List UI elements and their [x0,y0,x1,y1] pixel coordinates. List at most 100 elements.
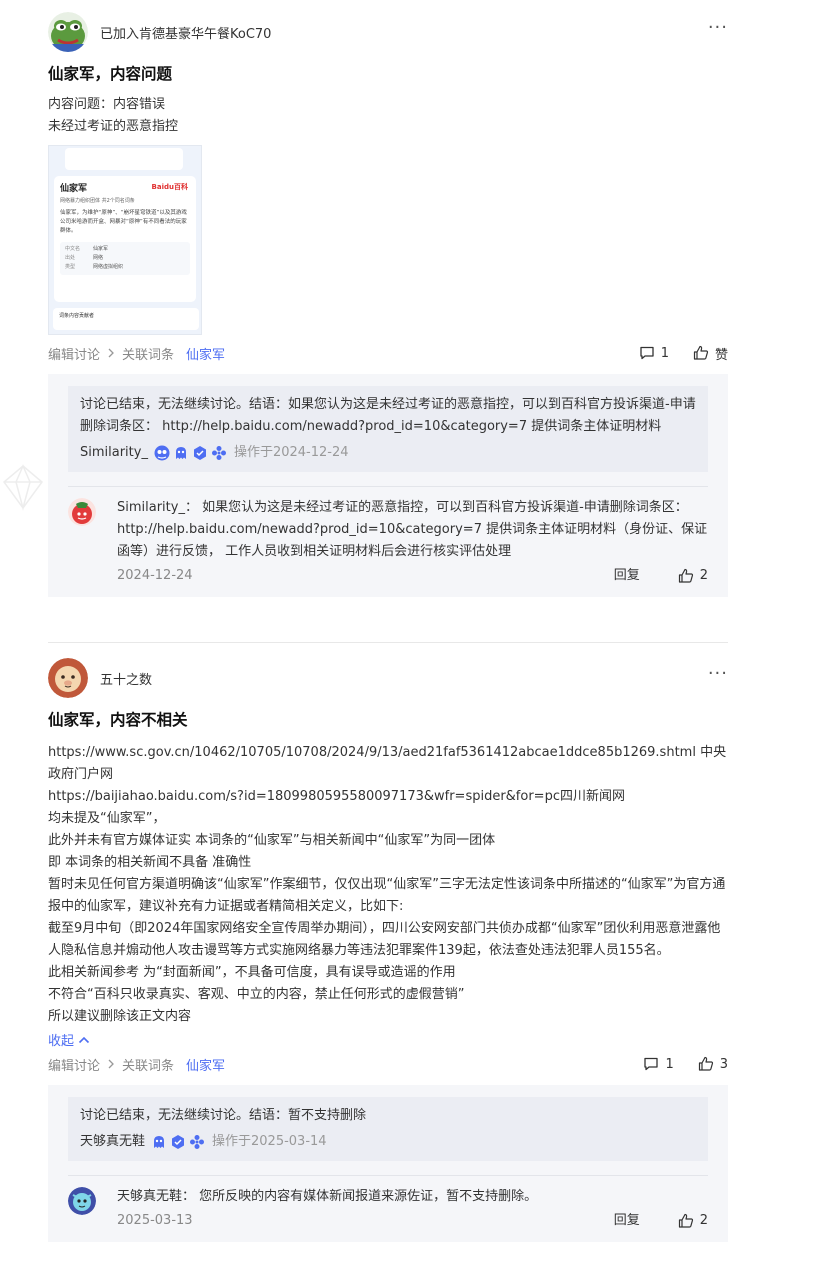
discussion-post: 五十之数 ··· 仙家军，内容不相关 https://www.sc.gov.cn… [48,658,728,1242]
body-line: 内容问题：内容错误 [48,97,166,112]
badge-icon [172,1135,185,1149]
body-line: 此外并未有官方媒体证实 本词条的“仙家军”与相关新闻中“仙家军”为同一团体 [48,833,496,848]
user-badges [151,1134,208,1150]
user-badges [154,445,230,461]
body-line: 此相关新闻参考 为“封面新闻”，不具备可信度，具有误导或造谣的作用 [48,965,456,980]
body-line: https://baijiahao.baidu.com/s?id=1809980… [48,789,625,804]
reply-date: 2025-03-13 [117,1213,193,1228]
body-line: https://www.sc.gov.cn/10462/10705/10708/… [48,745,727,782]
edit-discussion-link[interactable]: 编辑讨论 [48,344,100,363]
reply-button[interactable]: 回复 [614,1210,640,1232]
thumbs-up-icon [693,345,709,360]
entry-link[interactable]: 仙家军 [186,1055,225,1074]
badge-icon [175,447,186,459]
conclusion-text: 讨论已结束，无法继续讨论。结语：暂不支持删除 [80,1108,367,1123]
badge-icon [154,445,170,461]
like-button[interactable]: 赞 [693,344,728,363]
body-line: 不符合“百科只收录真实、客观、中立的内容，禁止任何形式的虚假营销” [48,987,465,1002]
discussion-panel: 讨论已结束，无法继续讨论。结语：暂不支持删除 天够真无鞋 操作于2025-03-… [48,1085,728,1242]
discussion-post: 已加入肯德基豪华午餐KoC70 ··· 仙家军，内容问题 内容问题：内容错误 未… [48,12,728,597]
divider [68,486,708,487]
operation-time: 操作于2025-03-14 [212,1134,327,1149]
reply-footer: 2024-12-24 回复 2 [117,565,708,587]
body-line: 均未提及“仙家军”， [48,811,166,826]
reply-avatar[interactable] [68,498,96,526]
baidu-logo: Baidu百科 [151,183,188,191]
body-line: 所以建议删除该正文内容 [48,1009,192,1024]
reply-text: 您所反映的内容有媒体新闻报道来源佐证，暂不支持删除。 [199,1189,538,1204]
kv-value: 网络 [93,255,104,261]
comment-button[interactable]: 1 [639,345,669,361]
badge-icon [211,446,226,460]
badge-icon [193,446,206,460]
conclusion-sign: 天够真无鞋 操作于2025-03-14 [80,1131,696,1153]
conclusion-signer[interactable]: Similarity_ [80,442,148,464]
operation-time: 操作于2024-12-24 [233,445,349,460]
edit-discussion-link[interactable]: 编辑讨论 [48,1055,100,1074]
reply-date: 2024-12-24 [117,568,193,583]
thumb-card: 仙家军 Baidu百科 网络暴力组织团体 共2个同名词条 仙家军，为维护“原神”… [54,176,196,302]
like-button[interactable]: 3 [698,1056,728,1072]
reply-item: Similarity_： 如果您认为这是未经过考证的恶意指控，可以到百科官方投诉… [68,497,708,587]
kv-key: 类型 [65,264,76,270]
related-entry-label: 关联词条 [122,1058,175,1074]
post-separator [48,642,728,643]
reply-button[interactable]: 回复 [614,565,640,587]
post-title: 仙家军，内容问题 [48,65,173,83]
thumb-footer: 词条内容贡献者 [53,308,199,330]
comment-button[interactable]: 1 [643,1056,674,1072]
post-meta: 编辑讨论 关联词条 仙家军 1 赞 [48,342,728,364]
body-line: 暂时未见任何官方渠道明确该“仙家军”作案细节，仅仅出现“仙家军”三字无法定性该词… [48,877,726,914]
thumbs-up-icon [678,568,693,583]
entry-link[interactable]: 仙家军 [186,344,225,363]
more-icon[interactable]: ··· [708,19,728,37]
author-name[interactable]: 已加入肯德基豪华午餐KoC70 [100,23,271,42]
reply-avatar[interactable] [68,1187,96,1215]
chevron-up-icon [78,1036,90,1043]
body-line: 即 本词条的相关新闻不具备 准确性 [48,855,252,870]
divider [68,1175,708,1176]
body-line: 截至9月中旬（即2024年国家网络安全宣传周举办期间），四川公安网安部门共侦办成… [48,921,721,958]
reply-like-count: 2 [699,568,708,583]
kv-key: 出处 [65,255,76,261]
like-count: 3 [719,1056,728,1072]
conclusion-signer[interactable]: 天够真无鞋 [80,1131,145,1153]
collapse-label: 收起 [48,1034,75,1049]
author-row: 已加入肯德基豪华午餐KoC70 ··· [48,12,728,52]
discussion-panel: 讨论已结束，无法继续讨论。结语：如果您认为这是未经过考证的恶意指控，可以到百科官… [48,374,728,597]
reply-like-count: 2 [699,1213,708,1228]
comment-icon [644,1057,659,1071]
thumb-subtitle: 网络暴力组织团体 共2个同名词条 [60,198,135,204]
reply-text: 如果您认为这是未经过考证的恶意指控，可以到百科官方投诉渠道-申请删除词条区： h… [117,500,708,559]
thumb-desc: 仙家军，为维护“原神”、“崩坏星穹铁道”以及其游戏公司米哈游而开盒、网暴对“原神… [60,210,187,234]
kv-key: 中文名 [65,246,81,252]
reply-item: 天够真无鞋： 您所反映的内容有媒体新闻报道来源佐证，暂不支持删除。 2025-0… [68,1186,708,1232]
related-entry-label: 关联词条 [122,347,175,363]
post-meta: 编辑讨论 关联词条 仙家军 1 3 [48,1053,728,1075]
chevron-right-icon [108,348,114,358]
avatar[interactable] [48,658,88,698]
post-body: https://www.sc.gov.cn/10462/10705/10708/… [48,742,728,1028]
avatar[interactable] [48,12,88,52]
reply-username[interactable]: Similarity_： [117,500,198,515]
like-label: 赞 [714,347,728,363]
reply-footer: 2025-03-13 回复 2 [117,1210,708,1232]
watermark-diamond-icon [2,464,44,511]
conclusion-text: 讨论已结束，无法继续讨论。结语：如果您认为这是未经过考证的恶意指控，可以到百科官… [80,397,696,434]
thumb-kv: 中文名 仙家军 出处 网络 类型 网络虚拟组织 [60,242,190,275]
badge-icon [154,1136,165,1148]
post-title: 仙家军，内容不相关 [48,711,188,729]
more-icon[interactable]: ··· [708,665,728,683]
attachment-image[interactable]: 仙家军 Baidu百科 网络暴力组织团体 共2个同名词条 仙家军，为维护“原神”… [48,145,202,335]
collapse-button[interactable]: 收起 [48,1030,728,1049]
reply-username[interactable]: 天够真无鞋： [117,1189,195,1204]
author-row: 五十之数 ··· [48,658,728,698]
comment-count: 1 [665,1056,674,1072]
reply-like-button[interactable]: 2 [678,565,708,587]
author-name[interactable]: 五十之数 [100,669,152,688]
body-line: 未经过考证的恶意指控 [48,119,179,134]
reply-like-button[interactable]: 2 [678,1210,708,1232]
thumbs-up-icon [678,1213,693,1228]
conclusion-sign: Similarity_ 操作于2024-12-24 [80,442,696,464]
comment-icon [640,346,654,360]
